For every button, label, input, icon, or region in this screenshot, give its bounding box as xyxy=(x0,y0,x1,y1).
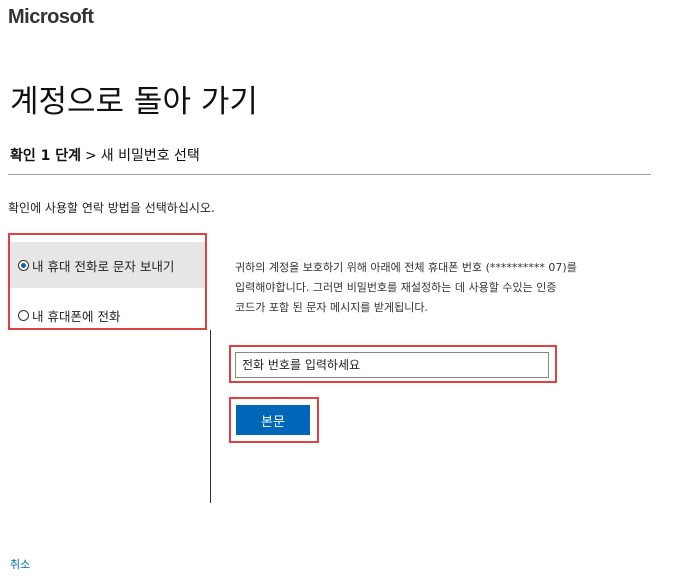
divider xyxy=(8,174,651,175)
radio-unchecked-icon[interactable] xyxy=(18,309,29,321)
page-title: 계정으로 돌아 가기 xyxy=(10,84,258,120)
phone-input-highlight xyxy=(229,345,557,383)
description-line: 귀하의 계정을 보호하기 위해 아래에 전체 휴대폰 번호 (*********… xyxy=(235,261,577,274)
submit-button-highlight: 본문 xyxy=(229,397,319,443)
description-line: 코드가 포함 된 문자 메시지를 받게됩니다. xyxy=(235,301,429,314)
option-phone-call[interactable]: 내 휴대폰에 전화 xyxy=(10,292,205,338)
contact-method-options: 내 휴대 전화로 문자 보내기 내 휴대폰에 전화 xyxy=(8,233,207,330)
breadcrumb: 확인 1 단계 > 새 비밀번호 선택 xyxy=(10,145,200,165)
description-text: 귀하의 계정을 보호하기 위해 아래에 전체 휴대폰 번호 (*********… xyxy=(235,258,635,318)
vertical-divider xyxy=(210,330,211,503)
instruction-text: 확인에 사용할 연락 방법을 선택하십시오. xyxy=(8,201,215,215)
breadcrumb-separator: > xyxy=(85,148,97,164)
radio-checked-icon[interactable] xyxy=(18,259,29,271)
breadcrumb-next-step: 새 비밀번호 선택 xyxy=(100,148,200,164)
option-label: 내 휴대 전화로 문자 보내기 xyxy=(32,258,175,274)
option-label: 내 휴대폰에 전화 xyxy=(32,308,121,324)
breadcrumb-current-step: 확인 1 단계 xyxy=(10,148,82,164)
microsoft-logo: Microsoft xyxy=(8,6,94,28)
cancel-link[interactable]: 취소 xyxy=(10,556,30,572)
option-text-message[interactable]: 내 휴대 전화로 문자 보내기 xyxy=(10,242,205,288)
submit-button[interactable]: 본문 xyxy=(236,405,310,435)
description-line: 입력해야합니다. 그러면 비밀번호를 재설정하는 데 사용할 수있는 인증 xyxy=(235,281,557,294)
phone-number-input[interactable] xyxy=(235,352,549,378)
